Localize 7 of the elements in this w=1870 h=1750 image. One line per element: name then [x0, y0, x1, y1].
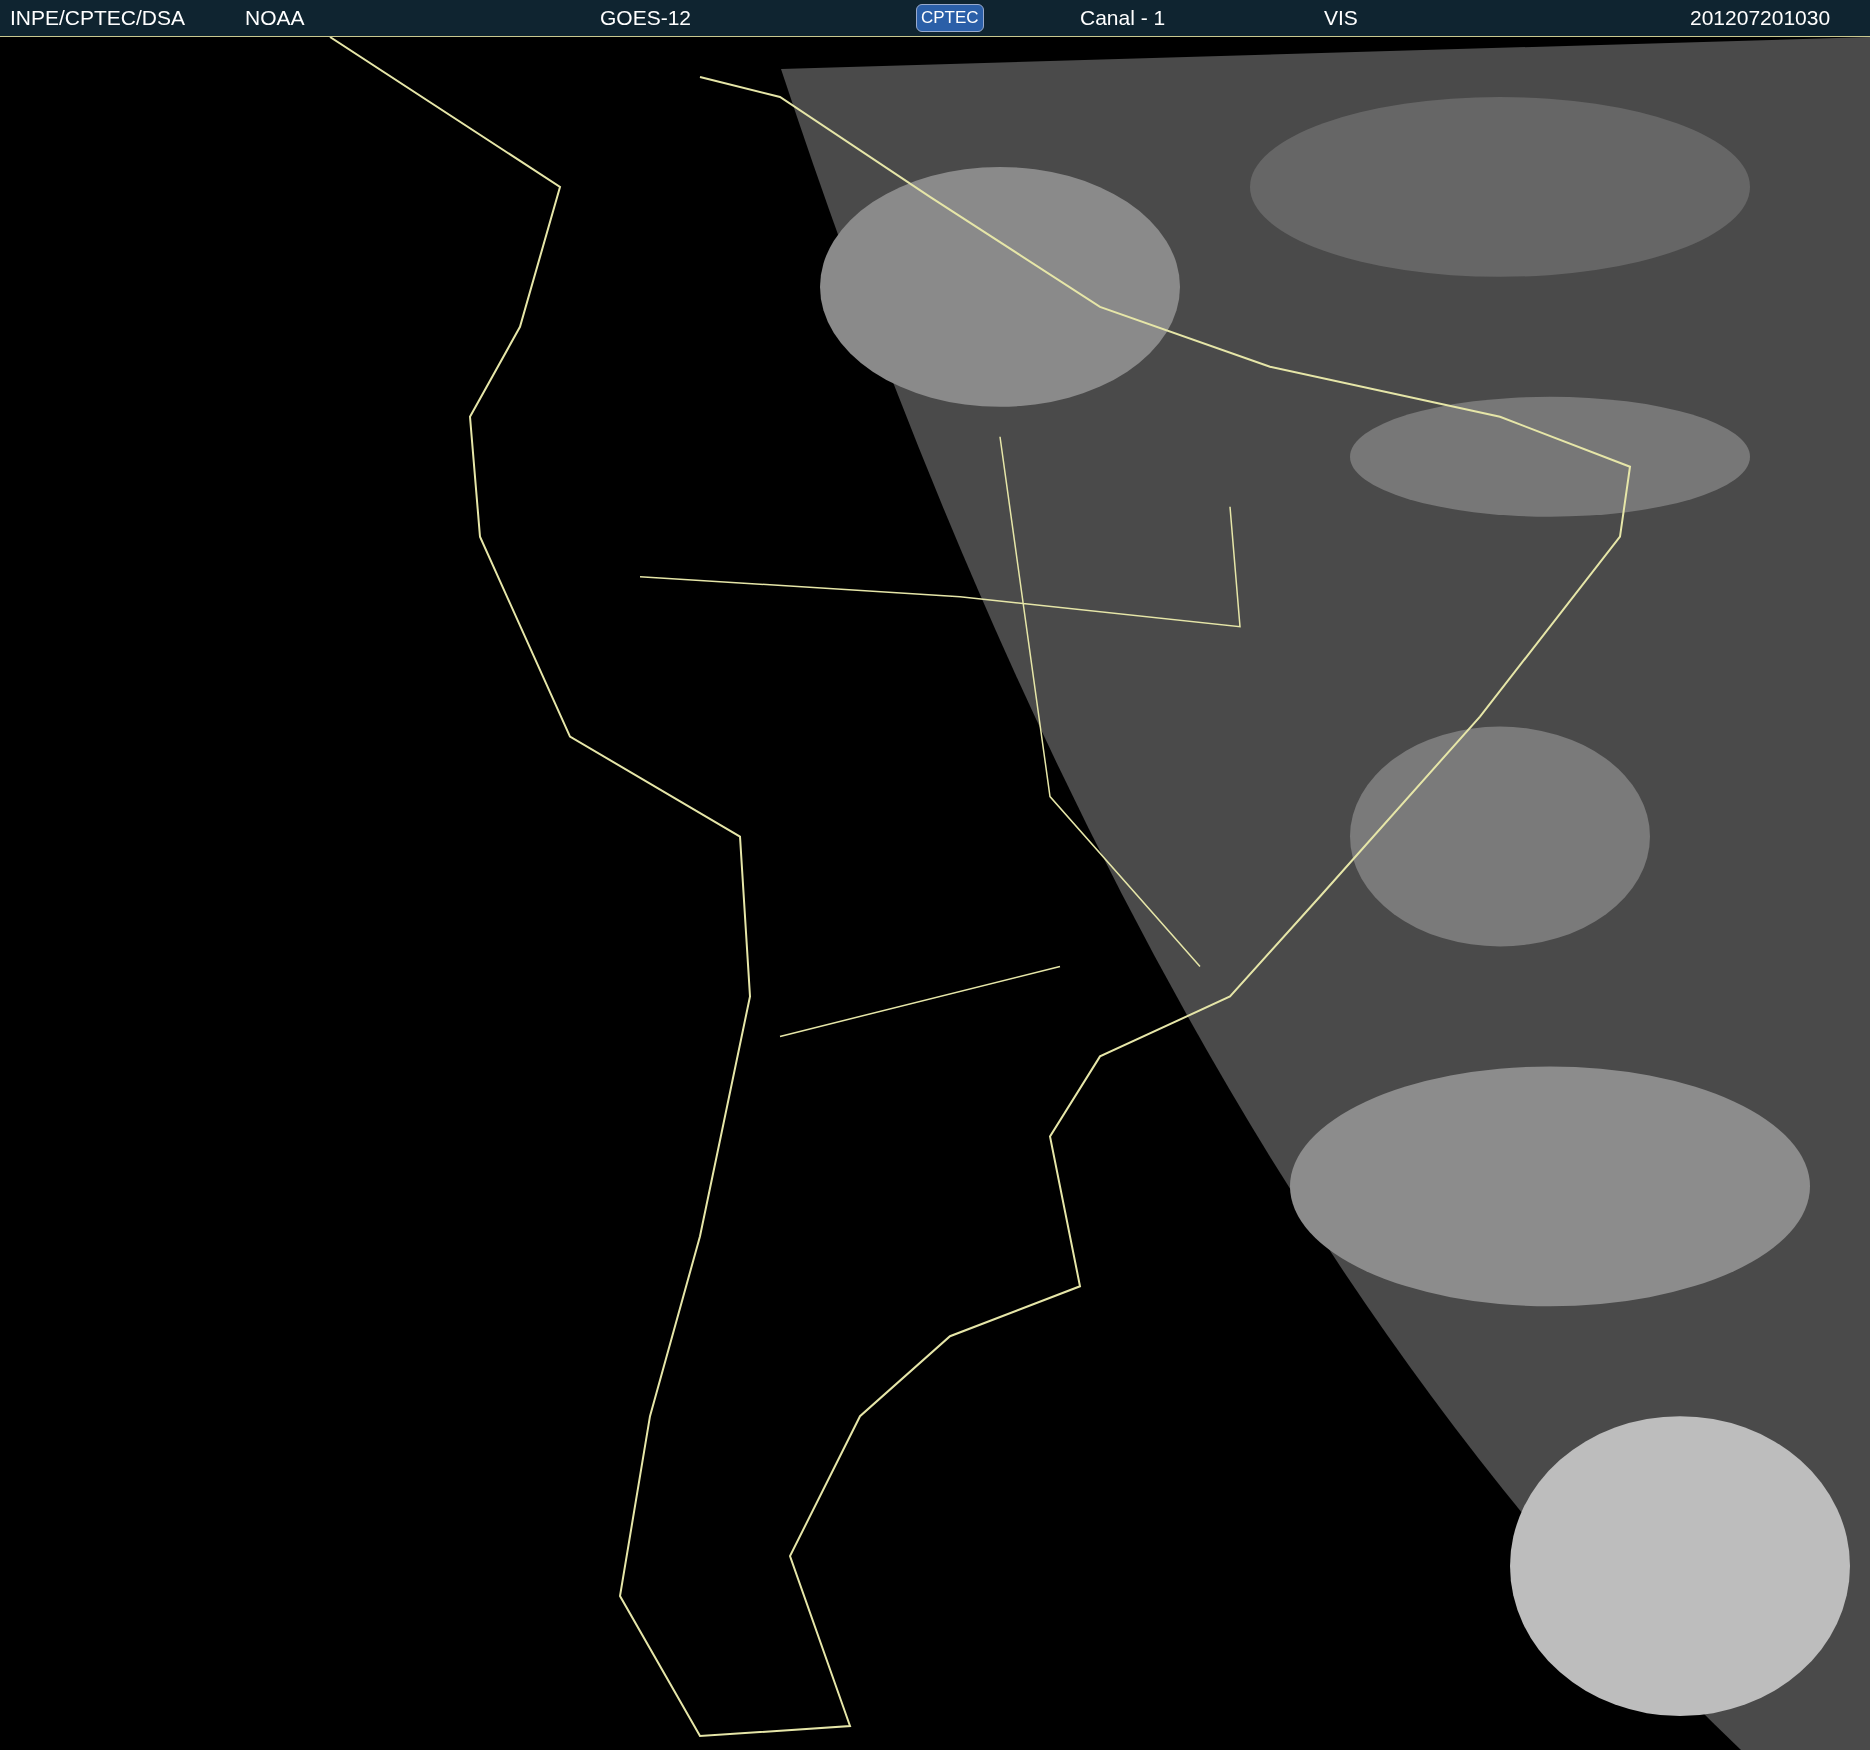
logo: CPTEC — [916, 4, 984, 32]
header-label: VIS — [1324, 6, 1358, 30]
header-label: 201207201030 — [1690, 6, 1831, 30]
header-label: Canal - 1 — [1080, 6, 1166, 30]
header-label: INPE/CPTEC/DSA — [10, 6, 186, 30]
header-label: NOAA — [245, 6, 305, 30]
header-label: GOES-12 — [600, 6, 692, 30]
